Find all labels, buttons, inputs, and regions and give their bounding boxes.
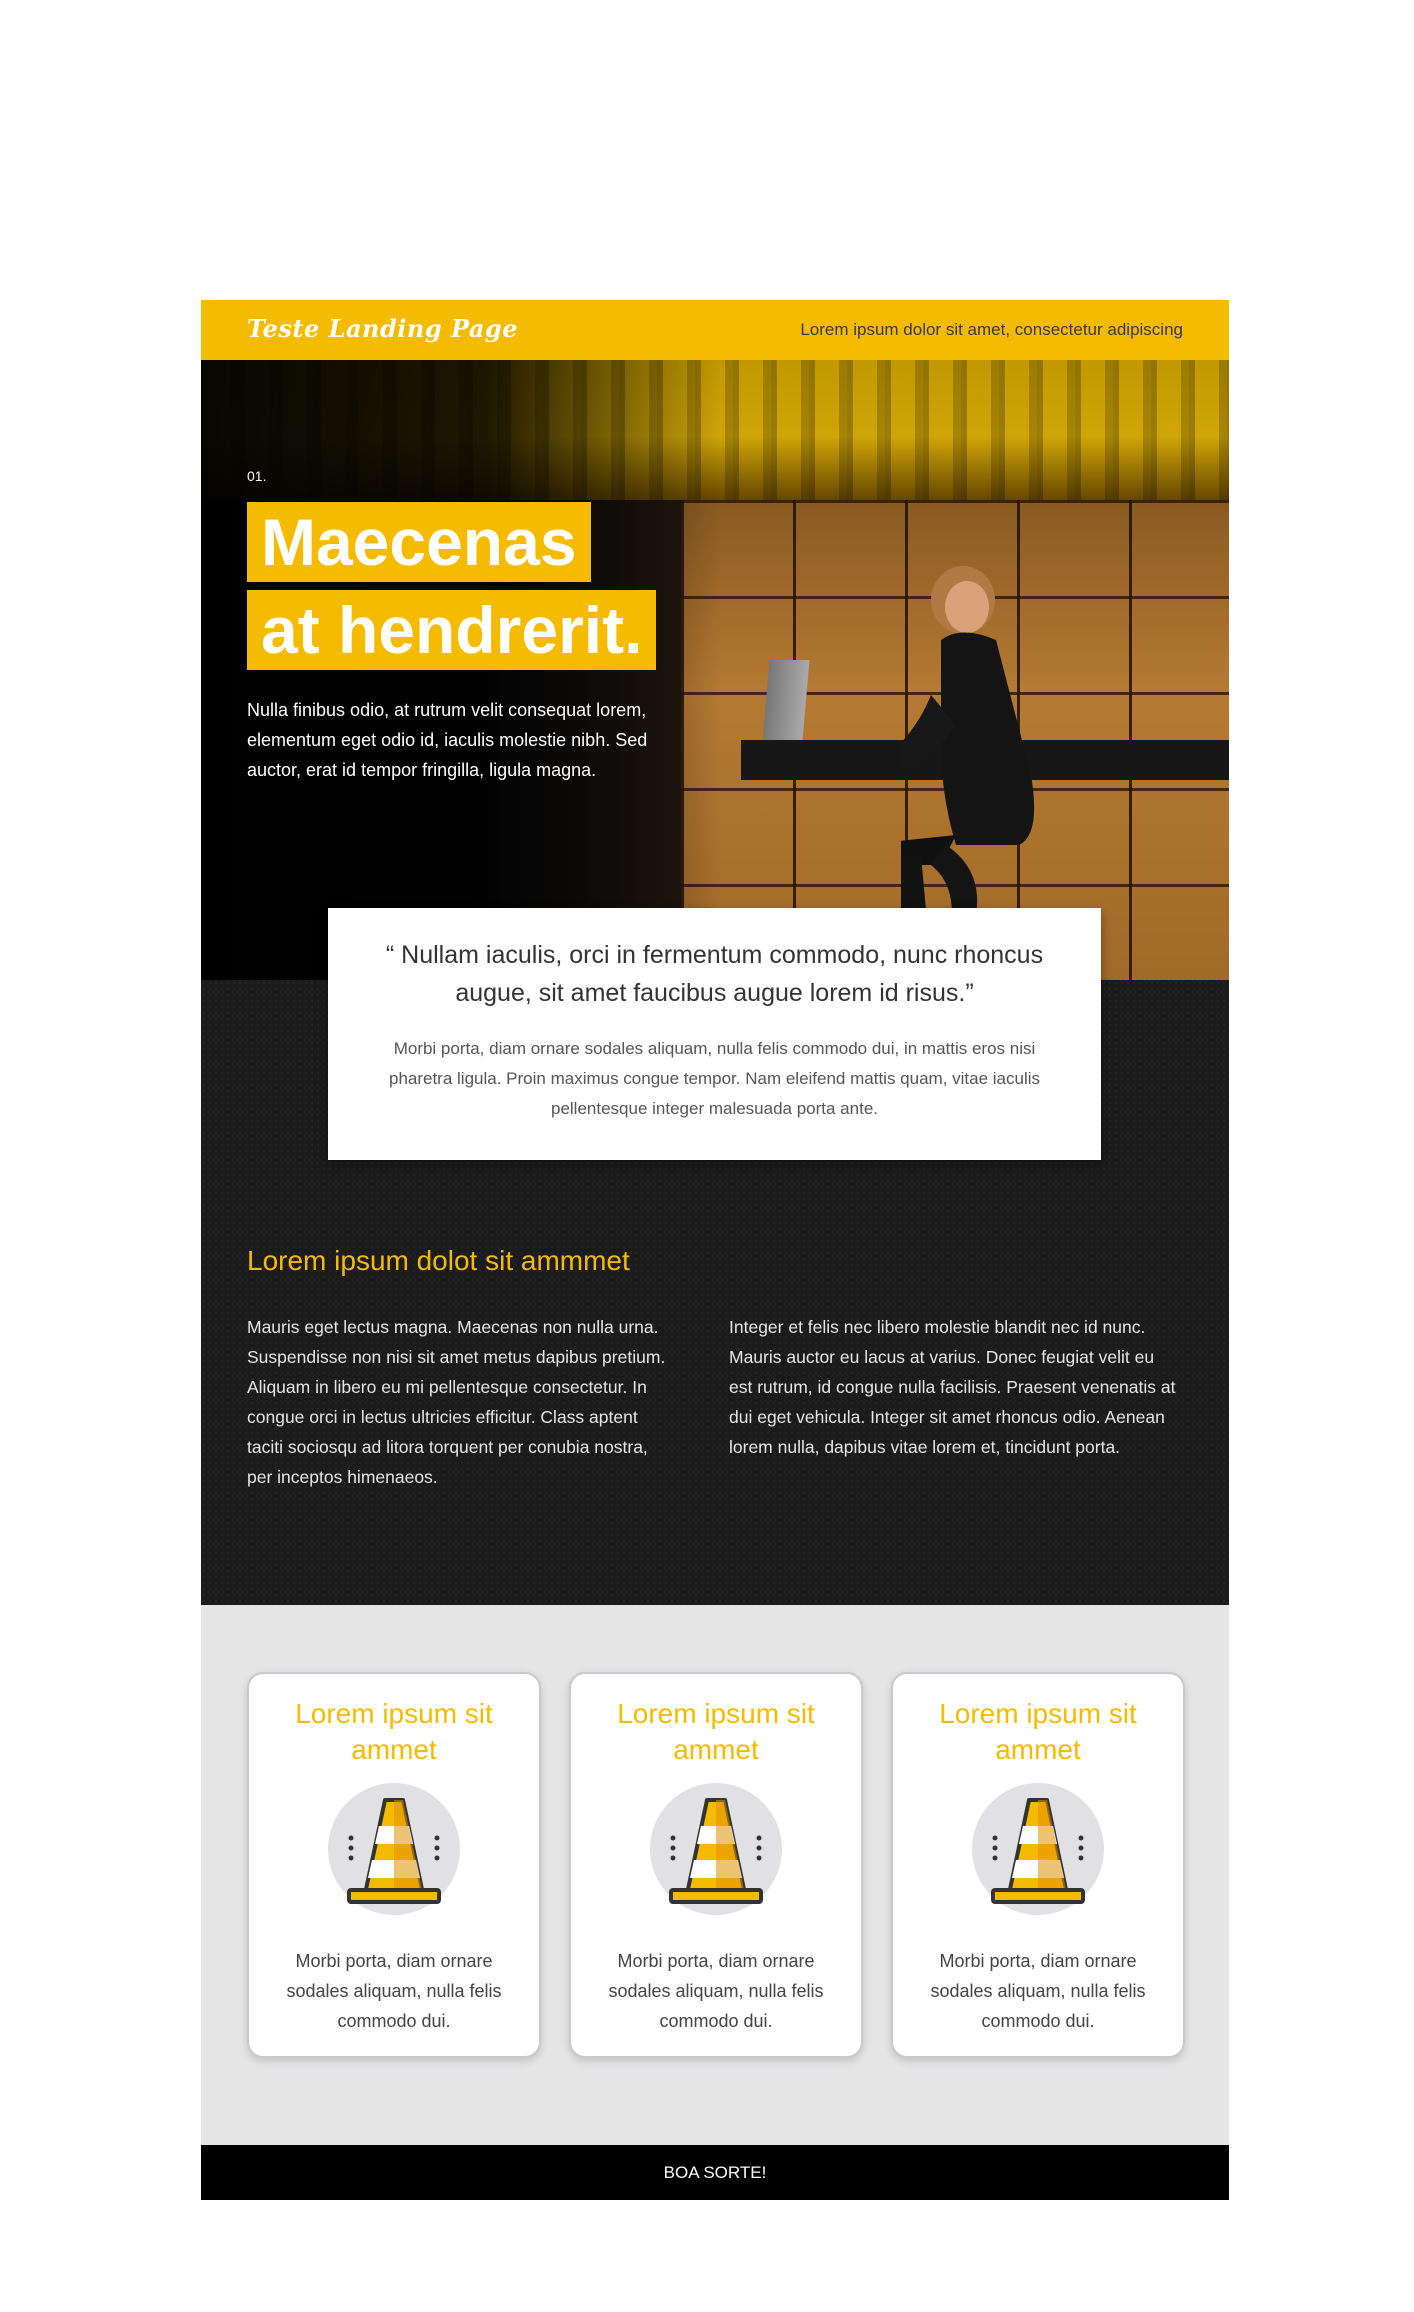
- hero-dark-overlay: [201, 360, 721, 980]
- header-tagline: Lorem ipsum dolor sit amet, consectetur …: [800, 320, 1183, 339]
- quote-subtext: Morbi porta, diam ornare sodales aliquam…: [388, 1039, 1041, 1118]
- feature-card[interactable]: Lorem ipsum sit ammet Morbi porta, diam …: [569, 1672, 863, 2058]
- hero-section: 01. Maecenas at hendrerit. Nulla finibus…: [201, 360, 1229, 980]
- traffic-cone-icon: [650, 1783, 782, 1915]
- landing-page: Teste Landing Page Lorem ipsum dolor sit…: [201, 300, 1229, 2200]
- traffic-cone-icon: [972, 1783, 1104, 1915]
- section-column-2: Integer et felis nec libero molestie bla…: [729, 1317, 1176, 1457]
- section-column-1: Mauris eget lectus magna. Maecenas non n…: [247, 1317, 666, 1487]
- feature-card-title: Lorem ipsum sit ammet: [295, 1698, 493, 1765]
- hero-description: Nulla finibus odio, at rutrum velit cons…: [247, 700, 648, 780]
- quote-text: “ Nullam iaculis, orci in fermentum comm…: [385, 941, 1044, 1007]
- feature-card-text: Morbi porta, diam ornare sodales aliquam…: [930, 1951, 1146, 2031]
- feature-card-title: Lorem ipsum sit ammet: [617, 1698, 815, 1765]
- feature-card-text: Morbi porta, diam ornare sodales aliquam…: [608, 1951, 824, 2031]
- feature-card[interactable]: Lorem ipsum sit ammet Morbi porta, diam …: [891, 1672, 1185, 2058]
- woman-photo: [901, 566, 1035, 965]
- feature-card-title: Lorem ipsum sit ammet: [939, 1698, 1137, 1765]
- laptop-image: [762, 660, 810, 740]
- footer: BOA SORTE!: [201, 2145, 1229, 2200]
- section-title: Lorem ipsum dolot sit ammmet: [247, 1245, 630, 1276]
- hero-headline-line-1: Maecenas: [247, 502, 591, 582]
- top-bar: Teste Landing Page Lorem ipsum dolor sit…: [201, 300, 1229, 360]
- step-number: 01.: [247, 468, 267, 484]
- footer-text: BOA SORTE!: [663, 2163, 767, 2182]
- feature-card-text: Morbi porta, diam ornare sodales aliquam…: [286, 1951, 502, 2031]
- brand-logo[interactable]: Teste Landing Page: [247, 314, 518, 343]
- traffic-cone-icon: [328, 1783, 460, 1915]
- quote-card: “ Nullam iaculis, orci in fermentum comm…: [328, 908, 1101, 1160]
- feature-card[interactable]: Lorem ipsum sit ammet Morbi porta, diam …: [247, 1672, 541, 2058]
- hero-headline-line-2: at hendrerit.: [247, 590, 657, 670]
